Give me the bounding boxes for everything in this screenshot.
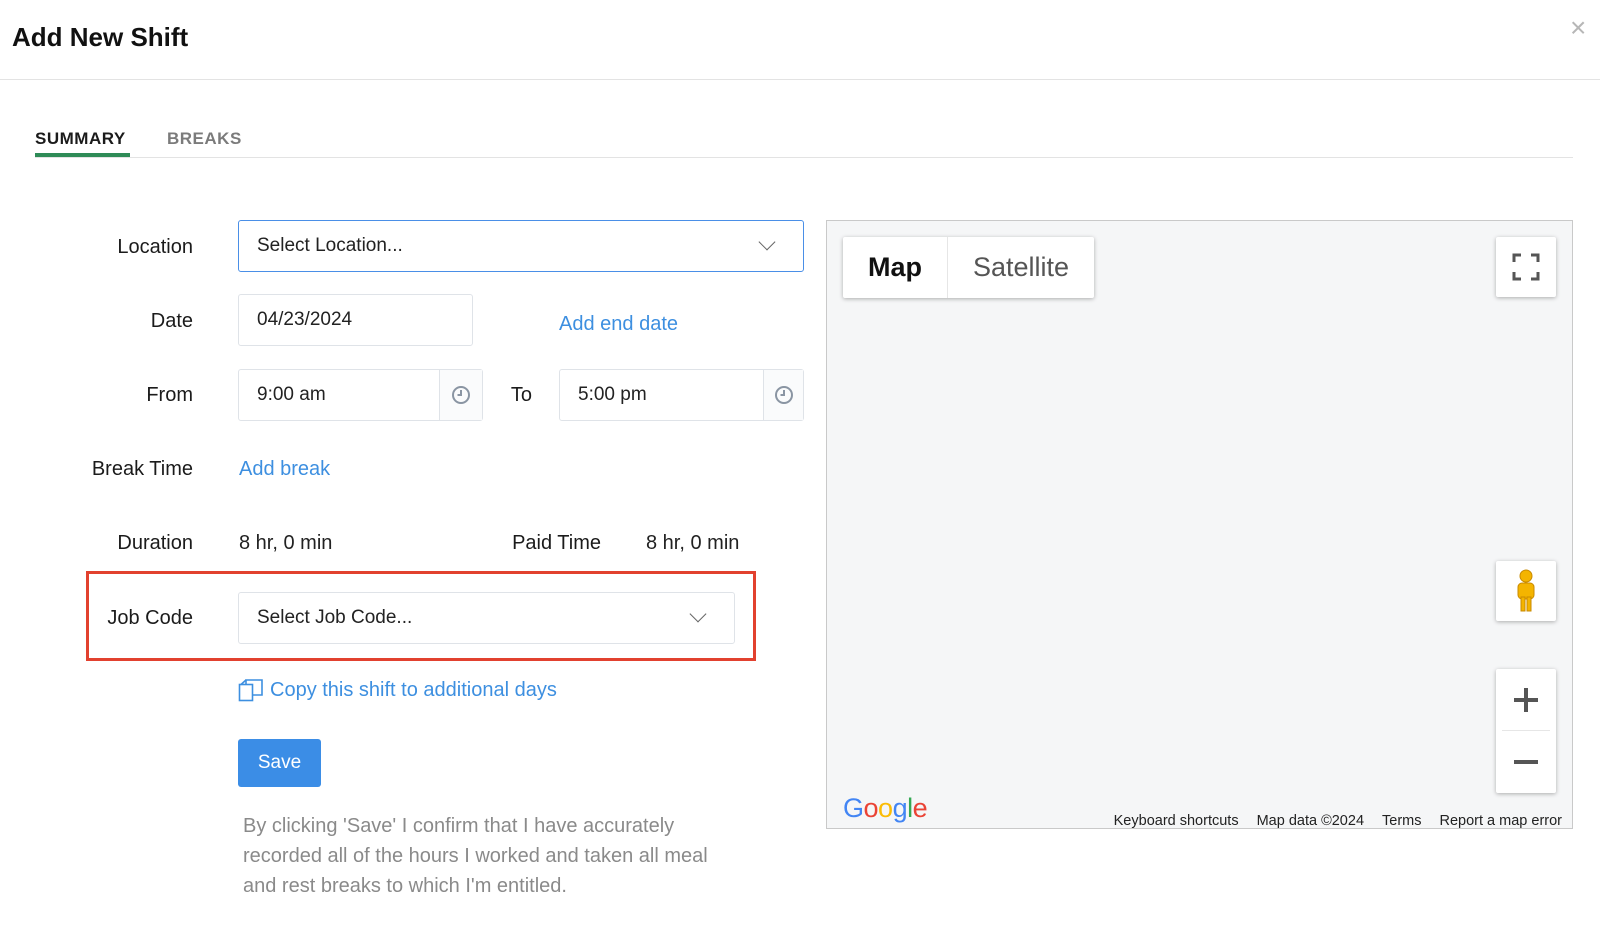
dialog-header: Add New Shift × — [0, 0, 1600, 80]
map-type-toggle: Map Satellite — [843, 237, 1095, 298]
copy-shift-link[interactable]: Copy this shift to additional days — [238, 678, 557, 702]
fullscreen-icon — [1512, 253, 1540, 281]
fullscreen-button[interactable] — [1496, 237, 1556, 297]
save-button[interactable]: Save — [238, 739, 321, 787]
duration-value: 8 hr, 0 min — [239, 532, 333, 554]
save-disclaimer: By clicking 'Save' I confirm that I have… — [243, 815, 708, 897]
plus-icon — [1514, 688, 1538, 712]
job-code-placeholder: Select Job Code... — [257, 607, 413, 628]
from-label: From — [146, 384, 193, 406]
tab-summary[interactable]: SUMMARY — [35, 129, 126, 149]
terms-link[interactable]: Terms — [1382, 813, 1421, 828]
date-field[interactable]: 04/23/2024 — [238, 294, 473, 346]
break-time-label: Break Time — [91, 458, 193, 480]
add-break-link[interactable]: Add break — [239, 458, 330, 481]
street-view-pegman[interactable] — [1496, 561, 1556, 621]
map-panel[interactable]: Map Satellite Google Keyboard shortcuts … — [826, 220, 1573, 829]
paid-time-value: 8 hr, 0 min — [646, 532, 740, 554]
clock-icon[interactable] — [763, 370, 803, 420]
chevron-down-icon — [758, 233, 776, 251]
zoom-control — [1496, 669, 1556, 793]
to-time-value: 5:00 pm — [578, 384, 647, 405]
location-select[interactable]: Select Location... — [238, 220, 804, 272]
to-label: To — [510, 384, 532, 406]
zoom-in-button[interactable] — [1496, 669, 1556, 731]
from-time-value: 9:00 am — [257, 384, 326, 405]
close-icon[interactable]: × — [1570, 14, 1586, 42]
chevron-down-icon — [689, 605, 707, 623]
location-label: Location — [117, 236, 193, 258]
to-time-field[interactable]: 5:00 pm — [559, 369, 804, 421]
tab-bar: SUMMARY BREAKS — [35, 126, 1573, 158]
zoom-out-button[interactable] — [1496, 731, 1556, 793]
duration-label: Duration — [117, 532, 193, 554]
location-placeholder: Select Location... — [257, 235, 403, 256]
map-type-map-button[interactable]: Map — [843, 237, 948, 298]
copy-icon — [238, 679, 263, 702]
date-value: 04/23/2024 — [257, 309, 353, 330]
date-label: Date — [150, 310, 193, 332]
copy-shift-label: Copy this shift to additional days — [270, 678, 557, 701]
job-code-select[interactable]: Select Job Code... — [238, 592, 735, 644]
report-map-error-link[interactable]: Report a map error — [1440, 813, 1563, 828]
add-end-date-link[interactable]: Add end date — [559, 313, 678, 336]
tab-breaks[interactable]: BREAKS — [167, 129, 242, 149]
minus-icon — [1514, 760, 1538, 764]
map-data-text: Map data ©2024 — [1256, 813, 1365, 829]
job-code-label: Job Code — [107, 607, 193, 629]
map-footer: Keyboard shortcuts Map data ©2024 Terms … — [1114, 813, 1563, 829]
map-type-satellite-button[interactable]: Satellite — [948, 237, 1094, 298]
google-logo: Google — [843, 793, 928, 823]
dialog-title: Add New Shift — [12, 22, 189, 52]
active-tab-indicator — [35, 153, 130, 157]
keyboard-shortcuts-link[interactable]: Keyboard shortcuts — [1114, 813, 1239, 828]
paid-time-label: Paid Time — [512, 532, 601, 554]
pegman-icon — [1517, 569, 1535, 612]
